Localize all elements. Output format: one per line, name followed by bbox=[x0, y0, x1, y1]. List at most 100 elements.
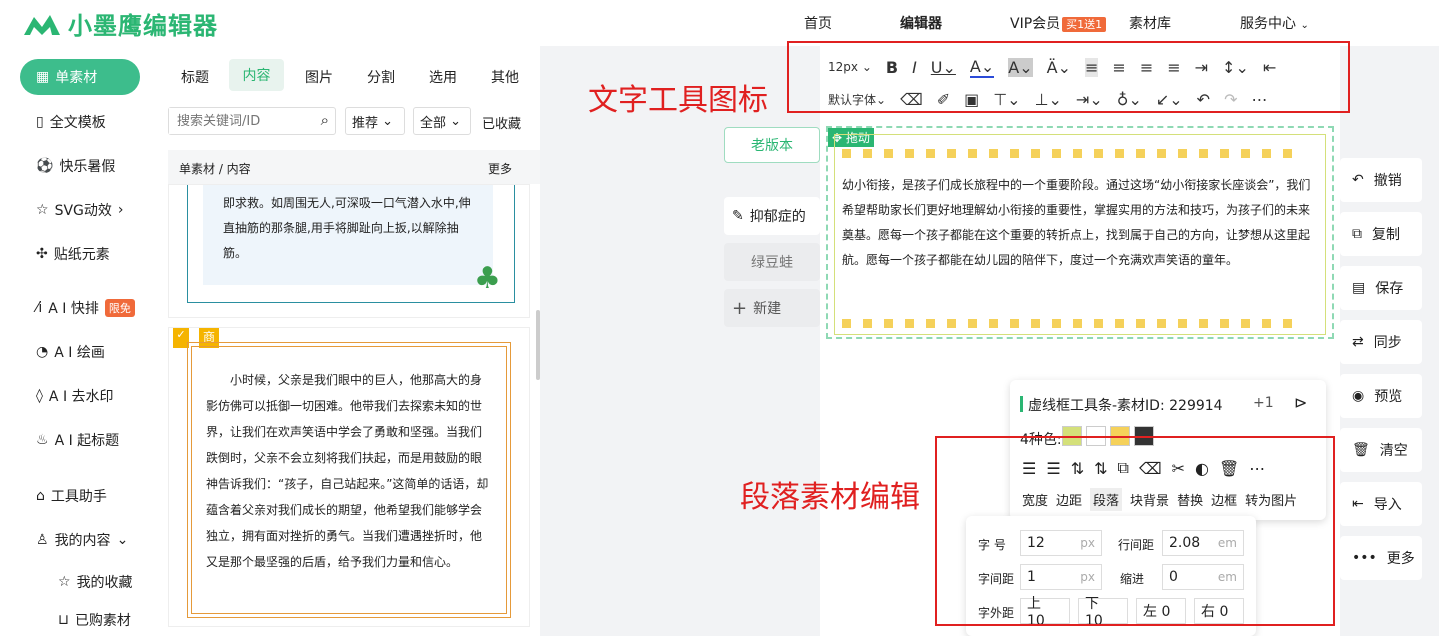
sidebar-item-tools[interactable]: ⌂ 工具助手 bbox=[36, 486, 107, 506]
service-label: 服务中心 bbox=[1240, 16, 1296, 32]
card-text: 小时候，父亲是我们眼中的巨人，他那高大的身影仿佛可以抵御一切困难。他带我们去探索… bbox=[191, 346, 507, 614]
sidebar-item-ai-paint[interactable]: ◔ A I 绘画 bbox=[36, 342, 105, 362]
search-box[interactable]: ⌕ bbox=[168, 107, 336, 135]
preview-button[interactable]: ◉ 预览 bbox=[1340, 374, 1422, 418]
eagle-logo-icon bbox=[24, 14, 60, 35]
title-accent bbox=[1020, 396, 1023, 412]
sidebar-item-purchased[interactable]: ⊔ 已购素材 bbox=[58, 610, 131, 630]
more-link[interactable]: 更多 bbox=[488, 160, 512, 177]
trash-icon: 🗑 bbox=[1352, 442, 1370, 458]
dot-row-bottom bbox=[842, 316, 1304, 332]
tab-divider[interactable]: 分割 bbox=[367, 67, 395, 87]
drop-icon: ◊ bbox=[36, 388, 43, 404]
import-button[interactable]: ⇤ 导入 bbox=[1340, 482, 1422, 526]
card-frame: 小时候，父亲是我们眼中的巨人，他那高大的身影仿佛可以抵御一切困难。他带我们去探索… bbox=[187, 342, 511, 618]
cart-icon: ⊔ bbox=[58, 612, 69, 628]
favorites-link[interactable]: 已收藏 bbox=[482, 113, 521, 132]
filter-value: 全部 bbox=[420, 115, 447, 131]
sidebar-item-ai-layout[interactable]: ⁄i A I 快排 限免 bbox=[36, 298, 135, 318]
card-text: 即求救。如周围无人,可深吸一口气潜入水中,伸直抽筋的那条腿,用手将脚趾向上扳,以… bbox=[203, 185, 493, 285]
sidebar-label: 我的内容 bbox=[54, 533, 111, 549]
sidebar-item-single[interactable]: ▦ 单素材 bbox=[20, 59, 140, 95]
action-label: 复制 bbox=[1372, 227, 1400, 243]
sidebar-item-my-content[interactable]: ♙ 我的内容 ⌄ bbox=[36, 530, 128, 550]
tab-select[interactable]: 选用 bbox=[429, 67, 457, 87]
sidebar-item-stickers[interactable]: ✣ 贴纸元素 bbox=[36, 244, 110, 264]
scrollbar[interactable] bbox=[536, 310, 540, 380]
tab-content[interactable]: 内容 bbox=[229, 59, 284, 91]
tab-label: 内容 bbox=[242, 68, 271, 84]
toolbar-annotation-box bbox=[787, 41, 1350, 113]
sidebar-item-svg[interactable]: ☆ SVG动效 › bbox=[36, 200, 123, 220]
undo-button[interactable]: ↶ 撤销 bbox=[1340, 158, 1422, 202]
copy-icon: ⧉ bbox=[1352, 226, 1362, 242]
sidebar-label: 快乐暑假 bbox=[59, 159, 116, 175]
edit-icon: ✎ bbox=[732, 208, 744, 224]
more-button[interactable]: ••• 更多 bbox=[1340, 536, 1422, 580]
leaf-icon: ♣ bbox=[474, 261, 501, 296]
star-icon: ☆ bbox=[36, 202, 49, 218]
sidebar-label: A I 快排 bbox=[48, 301, 99, 317]
sidebar-item-ai-watermark[interactable]: ◊ A I 去水印 bbox=[36, 386, 114, 406]
material-card-1[interactable]: 即求救。如周围无人,可深吸一口气潜入水中,伸直抽筋的那条腿,用手将脚趾向上扳,以… bbox=[168, 184, 530, 318]
action-label: 清空 bbox=[1379, 443, 1408, 459]
sort-dropdown[interactable]: 推荐 ⌄ bbox=[345, 107, 405, 135]
nav-home[interactable]: 首页 bbox=[804, 13, 832, 33]
dot-row-top bbox=[842, 146, 1304, 162]
chevron-down-icon: ⌄ bbox=[116, 532, 129, 548]
save-button[interactable]: ▤ 保存 bbox=[1340, 266, 1422, 310]
nav-vip[interactable]: VIP会员 买1送1 bbox=[1010, 13, 1107, 33]
fire-icon: ♨ bbox=[36, 432, 49, 448]
tab-title[interactable]: 标题 bbox=[181, 67, 209, 87]
doc-title: 抑郁症的 bbox=[749, 209, 806, 225]
doc-item-1[interactable]: ✎ 抑郁症的 bbox=[724, 197, 820, 235]
ai-icon: ⁄i bbox=[36, 300, 43, 316]
palette-icon: ◔ bbox=[36, 344, 49, 360]
nav-materials[interactable]: 素材库 bbox=[1129, 13, 1171, 33]
play-icon[interactable]: ⊳ bbox=[1294, 393, 1307, 412]
vip-label: VIP会员 bbox=[1010, 16, 1061, 32]
tab-image[interactable]: 图片 bbox=[305, 67, 333, 87]
sidebar-label: 已购素材 bbox=[74, 613, 131, 629]
sidebar-label: A I 起标题 bbox=[54, 433, 120, 449]
panel-title: 虚线框工具条-素材ID: 229914 bbox=[1028, 398, 1223, 414]
tools-icon: ⌂ bbox=[36, 488, 45, 504]
sidebar-item-summer[interactable]: ⚽ 快乐暑假 bbox=[36, 156, 115, 176]
sidebar-label: 全文模板 bbox=[49, 115, 106, 131]
new-doc-button[interactable]: + 新建 bbox=[724, 289, 820, 327]
material-card-2[interactable]: ✓ 商 小时候，父亲是我们眼中的巨人，他那高大的身影仿佛可以抵御一切困难。他带我… bbox=[168, 327, 530, 627]
selected-block[interactable]: ✥ 拖动 幼小衔接，是孩子们成长旅程中的一个重要阶段。通过这场“幼小衔接家长座谈… bbox=[826, 126, 1334, 339]
sidebar-label: 我的收藏 bbox=[76, 575, 133, 591]
chevron-down-icon: ⌄ bbox=[382, 113, 394, 129]
paragraph-annotation-label: 段落素材编辑 bbox=[740, 480, 920, 515]
nav-editor[interactable]: 编辑器 bbox=[900, 13, 942, 33]
sidebar-item-favorites[interactable]: ☆ 我的收藏 bbox=[58, 572, 133, 592]
sidebar-item-templates[interactable]: ▯ 全文模板 bbox=[36, 112, 106, 132]
tab-other[interactable]: 其他 bbox=[491, 67, 519, 87]
old-version-button[interactable]: 老版本 bbox=[724, 127, 820, 163]
sidebar-label: A I 去水印 bbox=[48, 389, 114, 405]
doc-title: 绿豆蛙 bbox=[751, 255, 793, 271]
plus-icon: + bbox=[732, 297, 748, 319]
undo-icon: ↶ bbox=[1352, 172, 1364, 188]
star-icon: ☆ bbox=[58, 574, 71, 590]
action-label: 更多 bbox=[1386, 551, 1415, 567]
clear-button[interactable]: 🗑 清空 bbox=[1340, 428, 1422, 472]
chevron-down-icon: ⌄ bbox=[1300, 20, 1309, 31]
block-text[interactable]: 幼小衔接，是孩子们成长旅程中的一个重要阶段。通过这场“幼小衔接家长座谈会”，我们… bbox=[842, 173, 1316, 273]
sidebar-item-ai-title[interactable]: ♨ A I 起标题 bbox=[36, 430, 119, 450]
brand-logo[interactable]: 小墨鹰编辑器 bbox=[22, 6, 218, 41]
sync-button[interactable]: ⇄ 同步 bbox=[1340, 320, 1422, 364]
filter-dropdown[interactable]: 全部 ⌄ bbox=[413, 107, 471, 135]
copy-button[interactable]: ⧉ 复制 bbox=[1340, 212, 1422, 256]
ball-icon: ⚽ bbox=[36, 158, 54, 174]
sidebar-label: 工具助手 bbox=[50, 489, 107, 505]
nav-service[interactable]: 服务中心 ⌄ bbox=[1240, 13, 1309, 33]
search-icon[interactable]: ⌕ bbox=[321, 111, 329, 129]
paragraph-annotation-box bbox=[935, 436, 1335, 626]
doc-item-2[interactable]: 绿豆蛙 bbox=[724, 243, 820, 281]
save-icon: ▤ bbox=[1352, 280, 1366, 296]
search-input[interactable] bbox=[169, 108, 309, 134]
plus-one[interactable]: +1 bbox=[1253, 395, 1274, 411]
action-label: 同步 bbox=[1373, 335, 1402, 351]
